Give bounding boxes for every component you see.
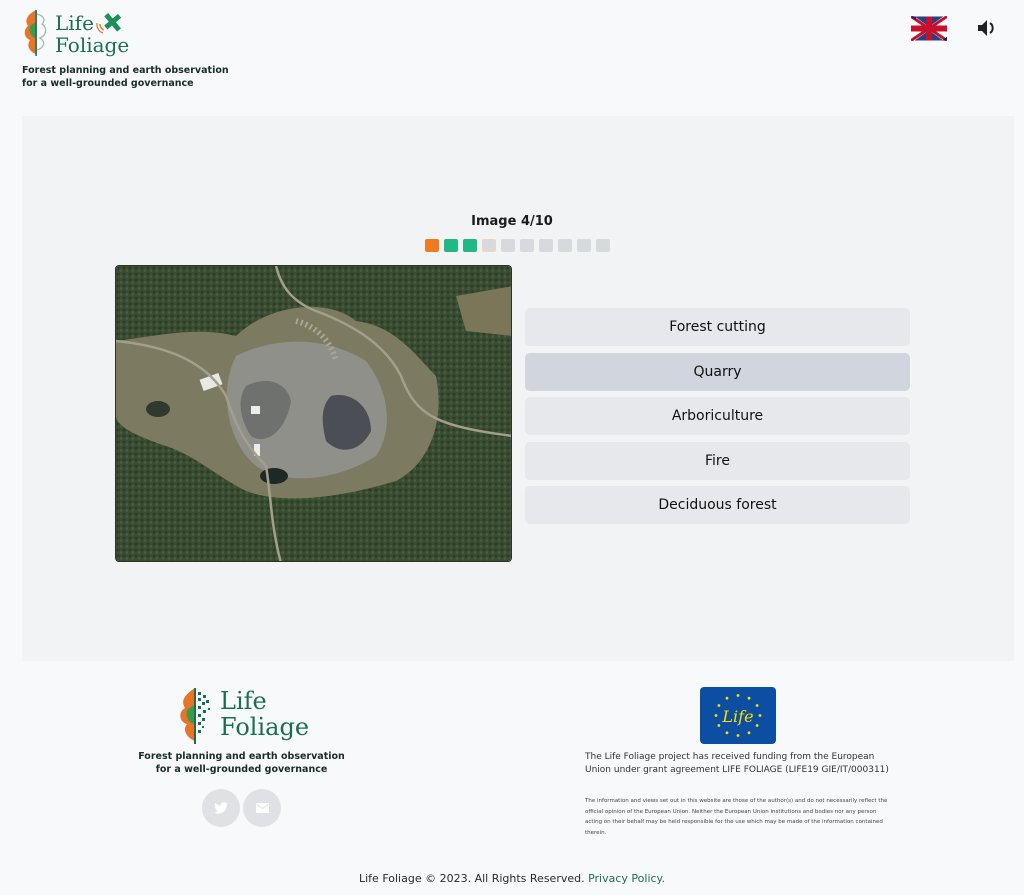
footer-tagline-line-2: for a well-grounded governance xyxy=(155,764,328,775)
progress-dot-pending xyxy=(558,239,572,252)
progress-dot-pending xyxy=(539,239,553,252)
progress-dot-right xyxy=(463,239,477,252)
progress-dot-pending xyxy=(577,239,591,252)
twitter-button[interactable] xyxy=(202,789,240,827)
tagline-line-2: for a well-grounded governance xyxy=(22,77,194,89)
sound-toggle-button[interactable] xyxy=(976,17,998,39)
progress-dot-pending xyxy=(520,239,534,252)
eu-star xyxy=(755,704,759,707)
answer-button-fire[interactable]: Fire xyxy=(525,441,910,480)
eu-star xyxy=(717,704,721,707)
progress-dot-wrong xyxy=(425,239,439,252)
progress-dot-pending xyxy=(596,239,610,252)
answer-options: Forest cutting Quarry Arboriculture Fire… xyxy=(525,308,910,531)
satellite-image xyxy=(115,265,512,562)
email-button[interactable] xyxy=(243,789,281,827)
eu-logo-text: Life xyxy=(721,707,753,726)
eu-star xyxy=(725,696,729,700)
copyright-text: Life Foliage © 2023. All Rights Reserved… xyxy=(359,872,585,885)
eu-star xyxy=(717,724,721,727)
life-foliage-logo[interactable]: Life Foliage xyxy=(22,8,132,62)
header-tagline: Forest planning and earth observation fo… xyxy=(22,65,229,90)
eu-star xyxy=(736,694,740,697)
eu-star xyxy=(758,714,762,717)
footer-logo-line-1: Life xyxy=(220,687,267,715)
eu-star xyxy=(725,731,729,735)
quarry-satellite-image xyxy=(116,266,511,561)
eu-star xyxy=(736,734,740,737)
oak-leaf-icon xyxy=(24,10,47,56)
footer-logo-line-2: Foliage xyxy=(220,713,310,741)
language-button[interactable] xyxy=(910,15,948,42)
header: Life Foliage Forest planning and earth o… xyxy=(0,0,1024,110)
twitter-icon xyxy=(214,802,228,814)
progress-dot-right xyxy=(444,239,458,252)
oak-leaf-pixel-icon xyxy=(180,688,210,744)
speaker-icon xyxy=(978,20,994,36)
logo-line-2: Foliage xyxy=(55,33,130,57)
answer-button-deciduous-forest[interactable]: Deciduous forest xyxy=(525,486,910,524)
progress-dot-pending xyxy=(501,239,515,252)
privacy-policy-link[interactable]: Privacy Policy. xyxy=(588,872,665,885)
eu-life-logo: Life xyxy=(700,687,776,744)
mail-icon xyxy=(255,803,269,813)
footer-tagline: Forest planning and earth observation fo… xyxy=(120,750,363,776)
satellite-icon xyxy=(96,13,122,34)
tagline-line-1: Forest planning and earth observation xyxy=(22,65,229,76)
funding-statement: The Life Foliage project has received fu… xyxy=(585,752,889,775)
footer-logo[interactable]: Life Foliage xyxy=(178,686,309,746)
image-counter: Image 4/10 xyxy=(471,214,553,229)
answer-button-arboriculture[interactable]: Arboriculture xyxy=(525,397,910,435)
eu-star xyxy=(747,731,751,735)
uk-flag-icon xyxy=(910,15,948,42)
eu-star xyxy=(714,714,718,717)
footer-logo-text: Life Foliage xyxy=(220,688,309,740)
eu-star xyxy=(755,724,759,727)
progress-dot-current xyxy=(482,239,496,252)
answer-button-quarry[interactable]: Quarry xyxy=(525,352,910,391)
eu-disclaimer: The information and views set out in thi… xyxy=(585,798,888,836)
answer-button-forest-cutting[interactable]: Forest cutting xyxy=(525,308,910,346)
copyright: Life Foliage © 2023. All Rights Reserved… xyxy=(0,872,1024,885)
eu-star xyxy=(747,696,751,700)
eu-stars-icon: Life xyxy=(714,694,762,737)
footer-tagline-line-1: Forest planning and earth observation xyxy=(138,751,345,762)
progress-indicator xyxy=(425,239,610,252)
